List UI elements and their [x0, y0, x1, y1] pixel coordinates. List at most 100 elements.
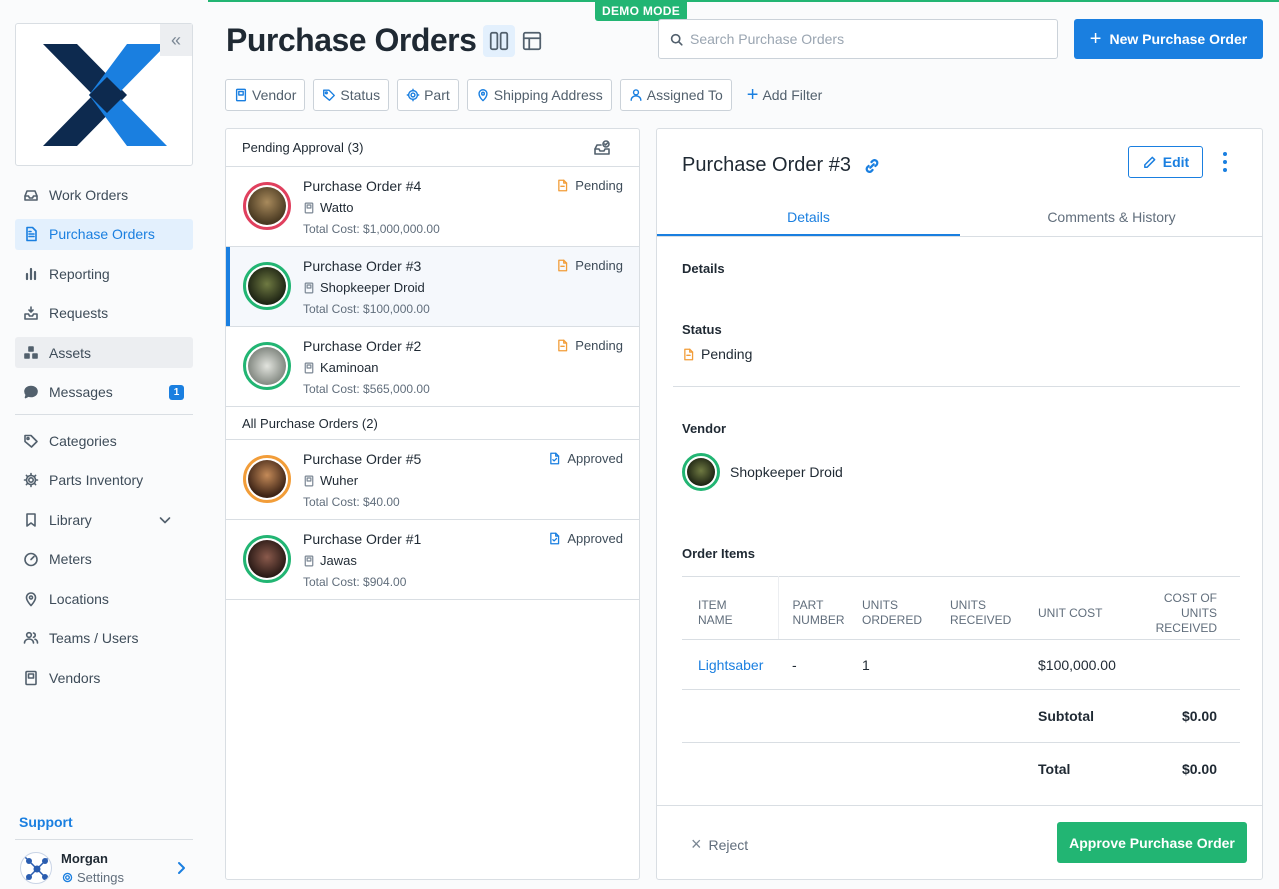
- user-settings-link[interactable]: Settings: [61, 870, 124, 885]
- purchase-order-detail: Purchase Order #3 Edit Details Comments …: [656, 128, 1263, 880]
- status-value-label: Pending: [701, 346, 753, 362]
- detail-tabs: Details Comments & History: [657, 201, 1262, 237]
- chevron-right-icon[interactable]: [173, 860, 189, 876]
- sidebar-item-label: Reporting: [49, 265, 110, 282]
- vendor-avatar: [243, 342, 291, 390]
- collapse-sidebar-button[interactable]: «: [160, 24, 192, 56]
- filter-shipping-address[interactable]: Shipping Address: [466, 79, 612, 111]
- map-pin-icon: [25, 591, 37, 606]
- filter-label: Shipping Address: [493, 87, 603, 103]
- tray-icon: [24, 306, 38, 320]
- search-icon: [670, 33, 683, 46]
- search-input[interactable]: [690, 31, 1030, 47]
- list-item[interactable]: Purchase Order #4 Watto Total Cost: $1,0…: [226, 167, 639, 247]
- po-title: Purchase Order #3: [303, 258, 422, 274]
- chat-icon: [24, 385, 38, 399]
- po-status-label: Approved: [567, 451, 623, 466]
- sidebar-item-label: Messages: [49, 384, 113, 400]
- user-name: Morgan: [61, 851, 108, 866]
- sidebar-item-teams-users[interactable]: Teams / Users: [15, 623, 193, 654]
- sidebar-item-messages[interactable]: Messages 1: [15, 377, 193, 408]
- vendor-icon: [25, 670, 37, 685]
- columns-icon: [489, 31, 509, 51]
- list-item[interactable]: Purchase Order #2 Kaminoan Total Cost: $…: [226, 327, 639, 407]
- reject-button[interactable]: × Reject: [691, 834, 748, 855]
- vendor-icon: [304, 202, 314, 213]
- edit-button[interactable]: Edit: [1128, 146, 1203, 178]
- vendor-icon: [235, 88, 247, 102]
- link-icon[interactable]: [863, 157, 881, 175]
- col-part-number: PART NUMBER: [778, 576, 862, 640]
- tab-details[interactable]: Details: [657, 201, 960, 236]
- list-item[interactable]: Purchase Order #5 Wuher Total Cost: $40.…: [226, 440, 639, 520]
- new-purchase-order-button[interactable]: + New Purchase Order: [1074, 19, 1263, 59]
- item-name-link[interactable]: Lightsaber: [682, 639, 778, 690]
- filter-assigned-to[interactable]: Assigned To: [619, 79, 732, 111]
- po-vendor: Kaminoan: [303, 360, 379, 375]
- add-filter-label: Add Filter: [762, 87, 823, 103]
- sidebar-item-meters[interactable]: Meters: [15, 544, 193, 575]
- sidebar-item-requests[interactable]: Requests: [15, 298, 193, 329]
- approval-inbox-icon[interactable]: [593, 139, 611, 157]
- document-icon: [26, 226, 37, 242]
- sidebar-item-locations[interactable]: Locations: [15, 583, 193, 614]
- section-divider: [673, 386, 1240, 387]
- po-total-cost: Total Cost: $565,000.00: [303, 382, 430, 396]
- cost-received-cell: [1142, 639, 1240, 690]
- sidebar-item-work-orders[interactable]: Work Orders: [15, 179, 193, 210]
- sidebar-item-assets[interactable]: Assets: [15, 337, 193, 368]
- sidebar-item-label: Library: [49, 511, 92, 528]
- filter-label: Vendor: [252, 87, 297, 103]
- vendor-avatar: [243, 182, 291, 230]
- tab-comments-history[interactable]: Comments & History: [960, 201, 1262, 236]
- approve-purchase-order-button[interactable]: Approve Purchase Order: [1057, 822, 1247, 863]
- sidebar-item-vendors[interactable]: Vendors: [15, 662, 193, 693]
- filter-status[interactable]: Status: [313, 79, 390, 111]
- detail-title: Purchase Order #3: [682, 154, 881, 177]
- filter-part[interactable]: Part: [397, 79, 459, 111]
- vendor-name[interactable]: Shopkeeper Droid: [730, 464, 843, 480]
- group-title: All Purchase Orders (2): [242, 415, 378, 431]
- bar-chart-icon: [25, 267, 37, 280]
- sidebar: « Work Orders Purchase Orders Reporting …: [0, 0, 208, 889]
- sidebar-divider: [15, 839, 193, 840]
- sidebar-item-reporting[interactable]: Reporting: [15, 258, 193, 289]
- col-units-received: UNITS RECEIVED: [950, 576, 1038, 640]
- sidebar-item-purchase-orders[interactable]: Purchase Orders: [15, 218, 193, 250]
- support-link[interactable]: Support: [19, 814, 73, 830]
- list-item[interactable]: Purchase Order #1 Jawas Total Cost: $904…: [226, 520, 639, 600]
- po-status: Pending: [556, 178, 623, 193]
- add-filter-button[interactable]: + Add Filter: [740, 79, 823, 111]
- table-view-toggle[interactable]: [516, 25, 548, 57]
- purchase-order-list: Pending Approval (3) Purchase Order #4 W…: [225, 128, 640, 880]
- part-number-cell: -: [778, 639, 862, 690]
- bookmark-icon: [26, 512, 36, 527]
- sidebar-item-label: Categories: [49, 432, 117, 449]
- pending-document-icon: [558, 259, 568, 272]
- gauge-icon: [24, 552, 38, 567]
- tag-icon: [323, 89, 336, 101]
- vendor-avatar[interactable]: [682, 453, 720, 491]
- po-title: Purchase Order #5: [303, 451, 422, 467]
- po-vendor-name: Shopkeeper Droid: [320, 280, 425, 295]
- subtotal-row: Subtotal $0.00: [682, 689, 1240, 743]
- more-options-icon[interactable]: [1214, 149, 1236, 175]
- sidebar-item-parts-inventory[interactable]: Parts Inventory: [15, 465, 193, 496]
- po-vendor: Jawas: [303, 553, 357, 568]
- chevron-down-icon[interactable]: [157, 512, 173, 528]
- po-status-label: Pending: [575, 178, 623, 193]
- vendor-icon: [304, 475, 314, 486]
- split-view-toggle[interactable]: [483, 25, 515, 57]
- sidebar-item-library[interactable]: Library: [15, 504, 193, 535]
- user-avatar[interactable]: [20, 852, 52, 884]
- messages-count-badge: 1: [169, 384, 184, 400]
- sidebar-item-categories[interactable]: Categories: [15, 425, 193, 456]
- layout-icon: [522, 31, 542, 51]
- po-title: Purchase Order #2: [303, 338, 422, 354]
- po-status: Approved: [548, 451, 623, 466]
- list-item-selected[interactable]: Purchase Order #3 Shopkeeper Droid Total…: [226, 247, 639, 327]
- po-title: Purchase Order #4: [303, 178, 422, 194]
- filter-vendor[interactable]: Vendor: [225, 79, 306, 111]
- col-cost-received: COST OF UNITS RECEIVED: [1142, 576, 1240, 640]
- users-icon: [23, 631, 39, 644]
